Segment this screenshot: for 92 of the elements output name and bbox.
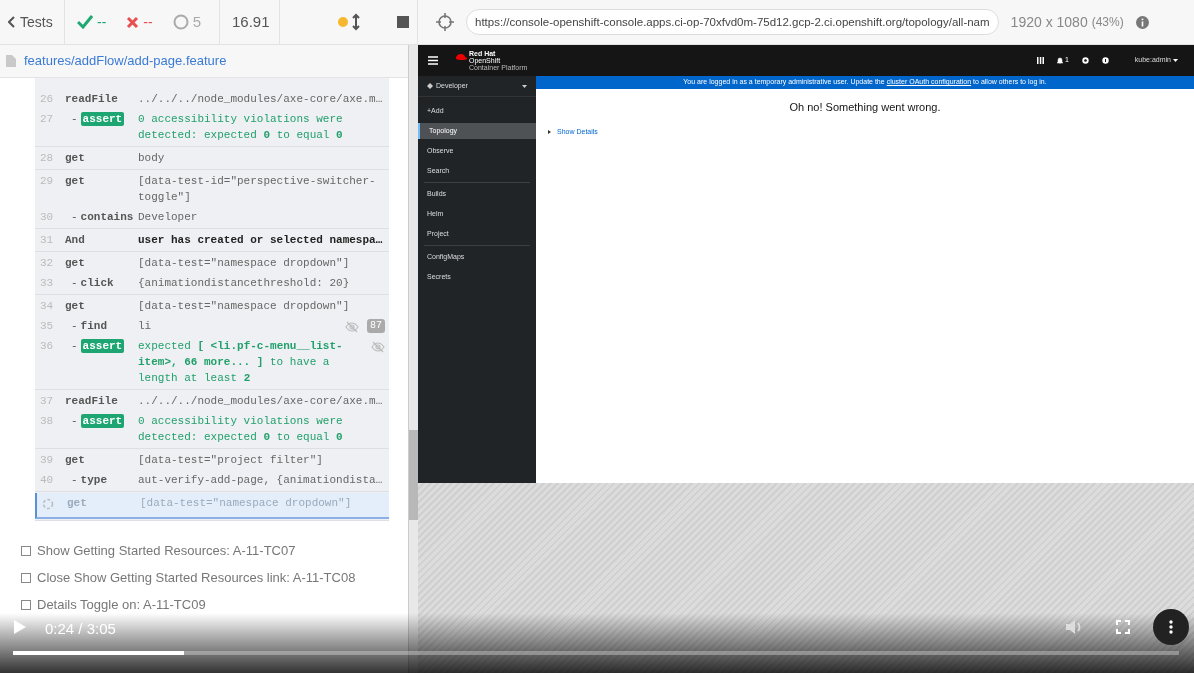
- command-message: Developer: [138, 210, 198, 225]
- test-checkbox[interactable]: [21, 600, 31, 610]
- viewport-scale: (43%): [1091, 14, 1124, 31]
- info-icon[interactable]: [1135, 15, 1149, 29]
- line-number: 33: [40, 277, 54, 289]
- line-number: 27: [40, 113, 54, 125]
- failed-count: --: [143, 12, 153, 32]
- assert-label: assert: [80, 339, 125, 353]
- test-title[interactable]: Close Show Getting Started Resources link: A-11-TC08: [37, 569, 356, 587]
- caret-right-icon: [548, 129, 551, 134]
- line-number: 31: [40, 234, 54, 246]
- app-grid-icon[interactable]: [1036, 57, 1044, 64]
- child-dash: -: [71, 319, 78, 334]
- tests-back-button[interactable]: Tests: [0, 0, 65, 44]
- line-number: 40: [40, 474, 54, 486]
- command-name: And: [65, 233, 85, 248]
- command-name: get: [65, 453, 85, 468]
- failed-icon: [126, 15, 140, 29]
- command-name: click: [80, 276, 114, 291]
- command-name: get: [65, 256, 85, 271]
- command-message: [data-test="namespace dropdown"]: [138, 256, 350, 271]
- command-name: get: [65, 151, 85, 166]
- command-name: readFile: [65, 92, 118, 107]
- line-number: 29: [40, 175, 54, 187]
- test-title[interactable]: Show Getting Started Resources: A-11-TC07: [37, 542, 296, 560]
- line-number: 35: [40, 320, 54, 332]
- command-message: li: [138, 319, 152, 334]
- command-message: ../../../node_modules/axe-core/axe.m…: [138, 394, 383, 409]
- command-name: contains: [80, 210, 134, 225]
- assert-label: assert: [80, 112, 125, 126]
- command-name: get: [65, 174, 85, 189]
- line-number: 30: [40, 211, 54, 223]
- child-dash: -: [71, 276, 78, 291]
- test-title[interactable]: Details Toggle on: A-11-TC09: [37, 596, 206, 614]
- error-heading: Oh no! Something went wrong.: [788, 100, 942, 115]
- command-message: 0 accessibility violations were detected: expected 0 to equal 0: [138, 112, 344, 143]
- crosshair-icon[interactable]: [436, 13, 454, 31]
- line-number: 28: [40, 152, 54, 164]
- child-dash: -: [71, 112, 78, 127]
- auto-scroll-icon[interactable]: [337, 13, 361, 31]
- scrollbar-thumb[interactable]: [409, 430, 418, 520]
- command-name: get: [65, 299, 85, 314]
- duration: 16.91: [232, 11, 270, 32]
- test-checkbox[interactable]: [21, 546, 31, 556]
- viewport-size: 1920 x 1080: [1010, 12, 1088, 32]
- spinner-icon: [42, 498, 54, 510]
- hat-logo-icon: [455, 53, 467, 61]
- child-dash: -: [71, 473, 78, 488]
- command-message: expected [ <li.pf-c-menu__list-item>, 66 more... ] to have a length at least 2: [138, 339, 344, 386]
- line-number: 32: [40, 257, 54, 269]
- element-count: 87: [367, 319, 385, 333]
- command-message: [data-test="project filter"]: [138, 453, 323, 468]
- check-icon: [77, 15, 93, 29]
- command-message: body: [138, 151, 165, 166]
- command-name: readFile: [65, 394, 118, 409]
- passed-count: --: [97, 12, 107, 32]
- scrollbar-track[interactable]: [408, 45, 418, 673]
- pending-icon: [172, 14, 189, 30]
- line-number: 38: [40, 415, 54, 427]
- vertical-dots-icon: [1169, 620, 1173, 634]
- line-number: 36: [40, 340, 54, 352]
- child-dash: -: [71, 414, 78, 429]
- command-message: [data-test="namespace dropdown"]: [140, 496, 352, 511]
- command-message: user has created or selected namespa…: [138, 233, 383, 248]
- menu-icon[interactable]: [428, 56, 438, 65]
- command-name: type: [80, 473, 107, 488]
- child-dash: -: [71, 210, 78, 225]
- chevron-left-icon: [8, 16, 16, 28]
- command-message: [data-test-id="perspective-switcher-toggle"]: [138, 174, 377, 205]
- command-message: [data-test="namespace dropdown"]: [138, 299, 350, 314]
- pending-count: 5: [192, 11, 201, 32]
- file-icon: [6, 55, 16, 67]
- command-name: get: [67, 496, 87, 511]
- command-message: aut-verify-add-page, {animationdista…: [138, 473, 383, 488]
- video-progress-track[interactable]: [13, 651, 1179, 655]
- url-field[interactable]: https://console-openshift-console.apps.ci-op-70xfvd0m-75d12.gcp-2.ci.openshift.org/topology/all-nam: [466, 9, 999, 35]
- line-number: 39: [40, 454, 54, 466]
- command-message: ../../../node_modules/axe-core/axe.m…: [138, 92, 383, 107]
- caret-icon: [522, 84, 527, 88]
- command-name: find: [80, 319, 107, 334]
- child-dash: -: [71, 339, 78, 354]
- line-number: 37: [40, 395, 54, 407]
- command-message: {animationdistancethreshold: 20}: [138, 276, 350, 291]
- line-number: 26: [40, 93, 54, 105]
- line-number: 34: [40, 300, 54, 312]
- help-icon[interactable]: [1101, 57, 1109, 64]
- assert-label: assert: [80, 414, 125, 428]
- video-time: 0:24 / 3:05: [45, 619, 116, 639]
- fullscreen-icon[interactable]: [1116, 620, 1130, 634]
- command-message: 0 accessibility violations were detected: expected 0 to equal 0: [138, 414, 344, 445]
- test-checkbox[interactable]: [21, 573, 31, 583]
- caret-icon: [1173, 59, 1178, 62]
